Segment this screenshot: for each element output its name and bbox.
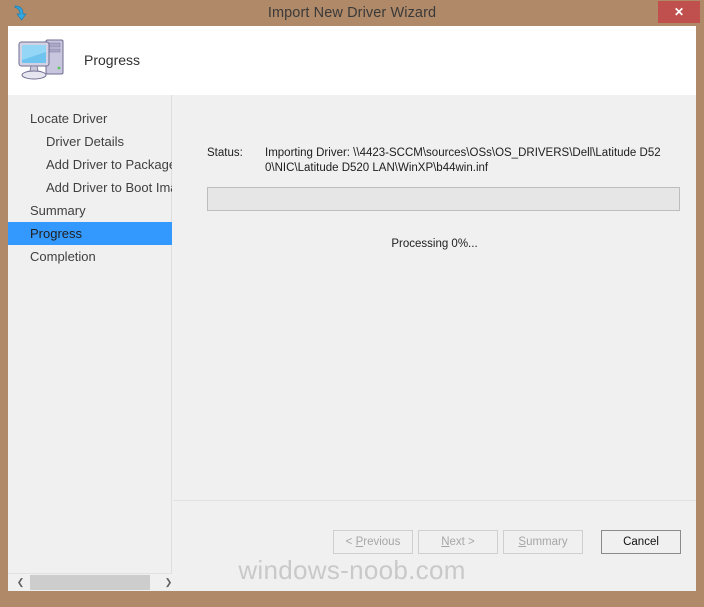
window-body: Progress Locate Driver Driver Details Ad… <box>8 26 696 591</box>
page-header: Progress <box>8 26 696 95</box>
sidebar-item-progress[interactable]: Progress <box>8 222 172 245</box>
close-icon: ✕ <box>673 5 685 19</box>
page-title: Progress <box>84 52 141 68</box>
wizard-button-bar: < Previous Next > Summary Cancel <box>173 500 696 591</box>
next-accel: N <box>441 536 450 548</box>
sidebar-item-label: Driver Details <box>46 134 125 149</box>
sidebar-item-summary[interactable]: Summary <box>8 199 172 222</box>
sidebar-item-add-driver-to-packages[interactable]: Add Driver to Packages <box>8 153 172 176</box>
previous-rest: revious <box>363 536 401 548</box>
next-rest: ext > <box>449 536 475 548</box>
wizard-step-sidebar: Locate Driver Driver Details Add Driver … <box>8 95 177 591</box>
scroll-left-icon[interactable]: ❮ <box>12 574 29 591</box>
sidebar-item-label: Add Driver to Packages <box>46 157 172 172</box>
cancel-label: Cancel <box>623 536 659 548</box>
scrollbar-thumb[interactable] <box>30 575 150 590</box>
previous-prefix: < <box>345 536 356 548</box>
sidebar-item-label: Progress <box>30 226 83 241</box>
sidebar-item-add-driver-to-boot-image[interactable]: Add Driver to Boot Image <box>8 176 172 199</box>
previous-button[interactable]: < Previous <box>333 530 413 554</box>
wizard-step-list: Locate Driver Driver Details Add Driver … <box>8 107 172 268</box>
close-button[interactable]: ✕ <box>658 1 700 23</box>
status-label: Status: <box>207 147 243 159</box>
summary-accel: S <box>518 536 527 548</box>
sidebar-item-driver-details[interactable]: Driver Details <box>8 130 172 153</box>
status-value: Importing Driver: \\4423-SCCM\sources\OS… <box>265 147 661 174</box>
summary-button[interactable]: Summary <box>503 530 583 554</box>
progress-bar <box>207 187 680 211</box>
sidebar-item-label: Add Driver to Boot Image <box>46 180 172 195</box>
cancel-button[interactable]: Cancel <box>601 530 681 554</box>
computer-icon <box>16 34 72 86</box>
sidebar-item-completion[interactable]: Completion <box>8 245 172 268</box>
next-button[interactable]: Next > <box>418 530 498 554</box>
sidebar-horizontal-scrollbar[interactable]: ❮ ❯ <box>8 573 177 591</box>
window-title: Import New Driver Wizard <box>267 5 437 21</box>
sidebar-item-label: Summary <box>30 203 86 218</box>
sidebar-item-label: Locate Driver <box>30 111 108 126</box>
sidebar-item-label: Completion <box>30 249 96 264</box>
sidebar-item-locate-driver[interactable]: Locate Driver <box>8 107 172 130</box>
summary-rest: ummary <box>526 536 568 548</box>
title-bar: Import New Driver Wizard ✕ <box>0 0 704 26</box>
processing-status-text: Processing 0%... <box>391 238 478 250</box>
wizard-window: Import New Driver Wizard ✕ Progress Loca… <box>0 0 704 607</box>
